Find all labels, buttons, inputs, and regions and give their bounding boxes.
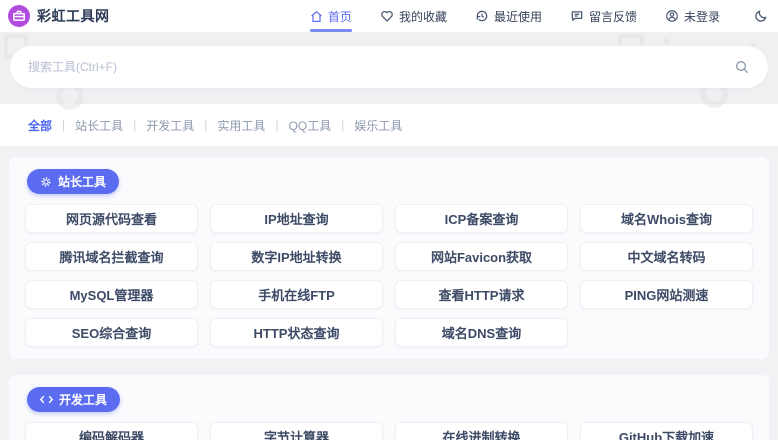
gear-icon — [41, 176, 51, 187]
user-icon — [666, 10, 678, 22]
nav-home[interactable]: 首页 — [309, 0, 352, 32]
main-nav: 首页 我的收藏 最近使用 留言反馈 未登录 — [309, 0, 768, 32]
nav-feedback[interactable]: 留言反馈 — [570, 0, 637, 32]
section-webmaster-tools: 站长工具 网页源代码查看 IP地址查询 ICP备案查询 域名Whois查询 腾讯… — [8, 156, 770, 360]
nav-favorites-label: 我的收藏 — [398, 9, 447, 24]
nav-login[interactable]: 未登录 — [665, 0, 720, 32]
filter-webmaster-tools[interactable]: 站长工具 — [75, 117, 123, 134]
section-badge-dev: 开发工具 — [27, 387, 121, 412]
filter-separator: | — [275, 118, 279, 132]
toolbox-icon — [8, 5, 30, 27]
tool-button[interactable]: PING网站测速 — [580, 280, 753, 309]
tool-button[interactable]: MySQL管理器 — [25, 280, 198, 309]
tool-button[interactable]: HTTP状态查询 — [210, 318, 383, 347]
app-header: 彩虹工具网 首页 我的收藏 最近使用 留言反馈 未登录 — [0, 0, 778, 32]
category-filter-bar: 全部 | 站长工具 | 开发工具 | 实用工具 | QQ工具 | 娱乐工具 — [0, 104, 778, 146]
tool-grid: 网页源代码查看 IP地址查询 ICP备案查询 域名Whois查询 腾讯域名拦截查… — [23, 204, 755, 347]
search-bar — [10, 46, 768, 88]
tool-button[interactable]: 域名DNS查询 — [395, 318, 568, 347]
search-button[interactable] — [726, 59, 750, 75]
section-badge-label: 开发工具 — [59, 393, 108, 407]
tool-button[interactable]: 字节计算器 — [210, 422, 383, 440]
nav-home-label: 首页 — [327, 9, 352, 24]
heart-icon — [381, 10, 393, 22]
site-logo[interactable]: 彩虹工具网 — [8, 5, 110, 27]
nav-favorites[interactable]: 我的收藏 — [380, 0, 447, 32]
tool-button[interactable]: ICP备案查询 — [395, 204, 568, 233]
theme-toggle-button[interactable] — [754, 9, 768, 23]
filter-separator: | — [204, 118, 208, 132]
search-banner: ✦ ✦ — [0, 32, 778, 110]
nav-recent[interactable]: 最近使用 — [475, 0, 542, 32]
home-icon — [311, 10, 322, 22]
tool-button[interactable]: GitHub下载加速 — [580, 422, 753, 440]
section-badge-label: 站长工具 — [58, 175, 107, 189]
filter-utility-tools[interactable]: 实用工具 — [217, 117, 265, 134]
search-icon — [736, 61, 749, 74]
nav-login-label: 未登录 — [683, 9, 720, 24]
filter-fun-tools[interactable]: 娱乐工具 — [354, 117, 402, 134]
tool-button[interactable]: 手机在线FTP — [210, 280, 383, 309]
tool-button[interactable]: IP地址查询 — [210, 204, 383, 233]
main-content: 站长工具 网页源代码查看 IP地址查询 ICP备案查询 域名Whois查询 腾讯… — [0, 146, 778, 440]
site-title: 彩虹工具网 — [37, 8, 110, 24]
tool-button[interactable]: 域名Whois查询 — [580, 204, 753, 233]
code-icon — [40, 395, 53, 404]
tool-button[interactable]: 查看HTTP请求 — [395, 280, 568, 309]
tool-button[interactable]: 在线进制转换 — [395, 422, 568, 440]
tool-button[interactable]: 中文域名转码 — [580, 242, 753, 271]
feedback-icon — [571, 11, 583, 22]
filter-separator: | — [341, 118, 345, 132]
moon-icon — [755, 10, 767, 22]
section-dev-tools: 开发工具 编码解码器 字节计算器 在线进制转换 GitHub下载加速 RSA公私… — [8, 374, 770, 440]
tool-button[interactable]: SEO综合查询 — [25, 318, 198, 347]
filter-dev-tools[interactable]: 开发工具 — [146, 117, 194, 134]
search-input[interactable] — [28, 60, 726, 74]
filter-separator: | — [62, 118, 66, 132]
tool-button[interactable]: 网站Favicon获取 — [395, 242, 568, 271]
nav-active-indicator — [309, 29, 352, 32]
filter-separator: | — [133, 118, 137, 132]
tool-button[interactable]: 腾讯域名拦截查询 — [25, 242, 198, 271]
tool-grid: 编码解码器 字节计算器 在线进制转换 GitHub下载加速 RSA公私钥生成 对… — [23, 422, 755, 440]
tool-button[interactable]: 数字IP地址转换 — [210, 242, 383, 271]
nav-recent-label: 最近使用 — [493, 9, 542, 24]
filter-qq-tools[interactable]: QQ工具 — [289, 117, 332, 134]
filter-all[interactable]: 全部 — [28, 117, 52, 134]
nav-feedback-label: 留言反馈 — [588, 9, 637, 24]
tool-button[interactable]: 编码解码器 — [25, 422, 198, 440]
tool-button[interactable]: 网页源代码查看 — [25, 204, 198, 233]
section-badge-webmaster: 站长工具 — [27, 169, 120, 194]
history-icon — [476, 10, 488, 22]
